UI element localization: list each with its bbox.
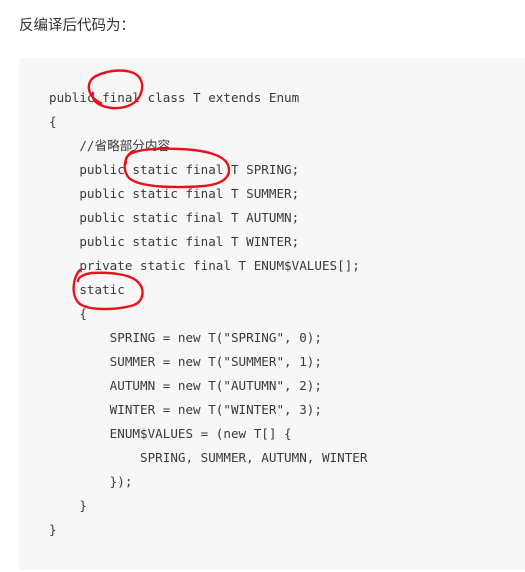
code-line-3: //省略部分内容 [49,138,171,153]
code-line-7: public static final T WINTER; [49,234,300,249]
code-line-10: { [49,306,87,321]
code-line-5: public static final T SUMMER; [49,186,300,201]
intro-text: 反编译后代码为： [19,18,135,34]
code-line-17: }); [49,474,133,489]
code-line-19: } [49,522,57,537]
code-line-2: { [49,114,57,129]
code-line-4: public static final T SPRING; [49,162,300,177]
code-line-11: SPRING = new T("SPRING", 0); [49,330,322,345]
code-line-8: private static final T ENUM$VALUES[]; [49,258,360,273]
code-line-9: static [49,282,125,297]
code-line-18: } [49,498,87,513]
code-line-14: WINTER = new T("WINTER", 3); [49,402,322,417]
code-block: public final class T extends Enum { //省略… [19,58,525,570]
code-line-12: SUMMER = new T("SUMMER", 1); [49,354,322,369]
code-line-6: public static final T AUTUMN; [49,210,300,225]
code-line-1: public final class T extends Enum [49,90,300,105]
code-line-16: SPRING, SUMMER, AUTUMN, WINTER [49,450,368,465]
code-line-13: AUTUMN = new T("AUTUMN", 2); [49,378,322,393]
code-line-15: ENUM$VALUES = (new T[] { [49,426,292,441]
